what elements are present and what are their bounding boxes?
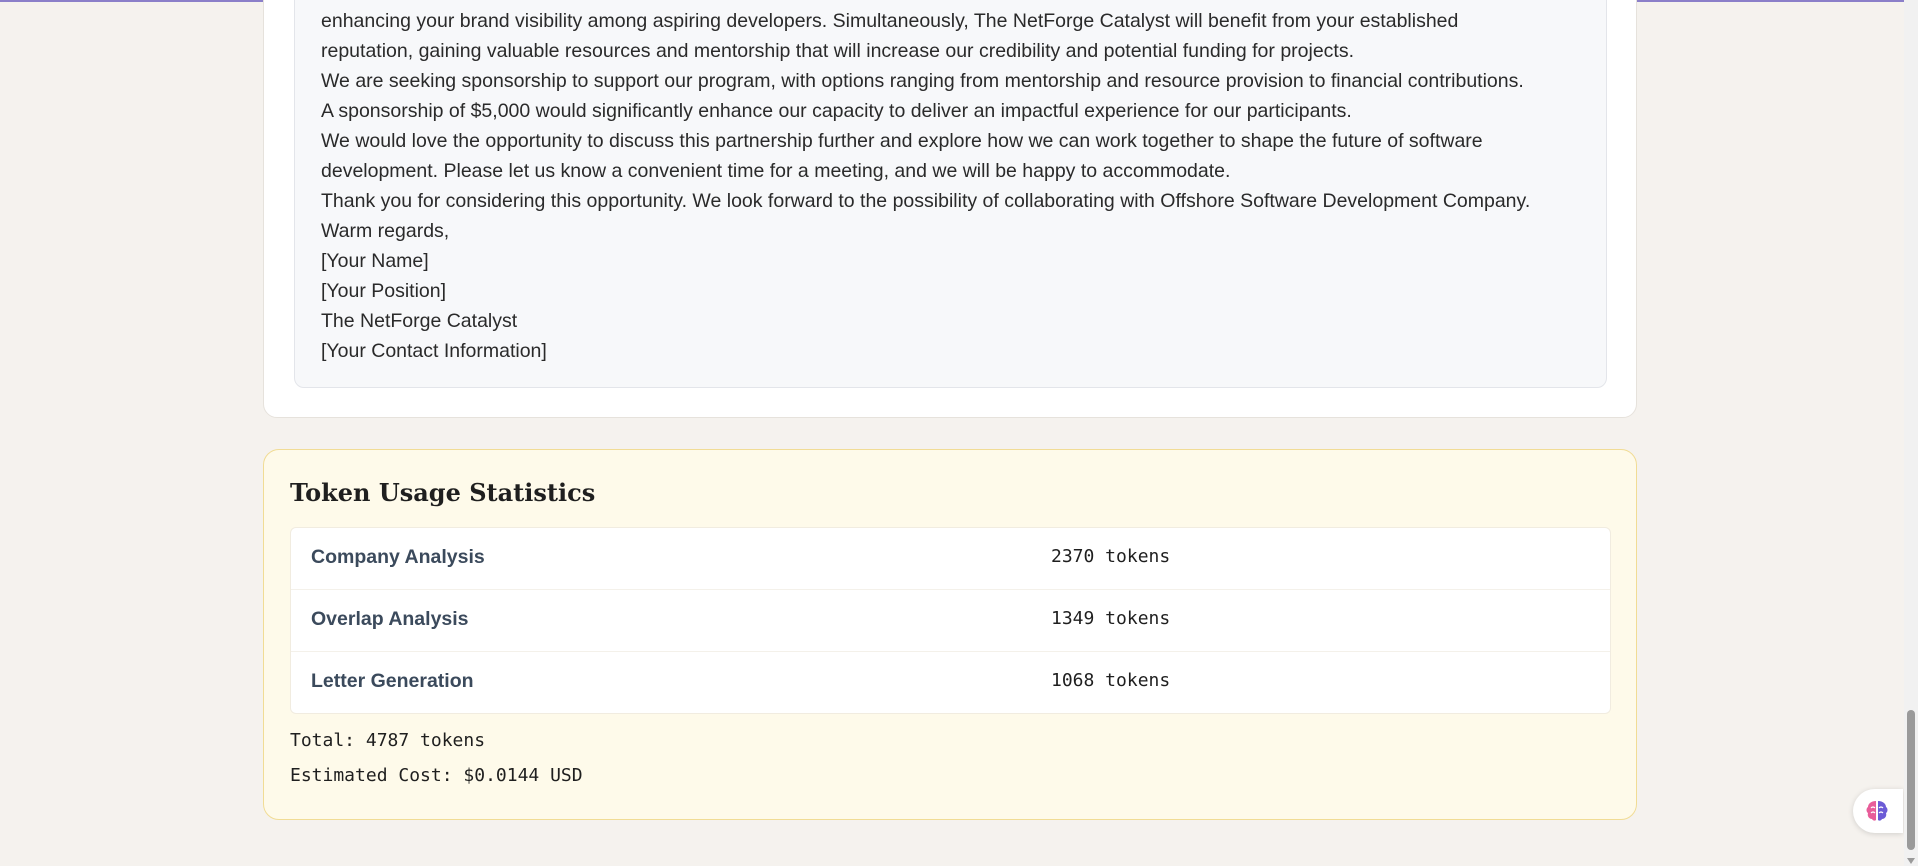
scrollbar[interactable] bbox=[1904, 0, 1918, 866]
letter-signature-position: [Your Position] bbox=[321, 280, 447, 302]
scrollbar-thumb[interactable] bbox=[1907, 710, 1915, 850]
letter-signature-org: The NetForge Catalyst bbox=[321, 310, 518, 332]
row-value: 1349 tokens bbox=[1051, 608, 1171, 629]
token-usage-table: Company Analysis 2370 tokens Overlap Ana… bbox=[290, 527, 1611, 714]
token-usage-title: Token Usage Statistics bbox=[290, 478, 596, 507]
row-label: Overlap Analysis bbox=[311, 608, 469, 630]
table-row: Company Analysis 2370 tokens bbox=[291, 528, 1610, 590]
letter-line: We would love the opportunity to discuss… bbox=[321, 130, 1483, 152]
letter-signature-contact: [Your Contact Information] bbox=[321, 340, 547, 362]
letter-signature-name: [Your Name] bbox=[321, 250, 429, 272]
letter-line: Thank you for considering this opportuni… bbox=[321, 190, 1531, 212]
estimated-cost: Estimated Cost: $0.0144 USD bbox=[290, 765, 583, 786]
letter-body: enhancing your brand visibility among as… bbox=[294, 0, 1607, 388]
row-value: 2370 tokens bbox=[1051, 546, 1171, 567]
row-label: Letter Generation bbox=[311, 670, 474, 692]
brain-icon bbox=[1866, 801, 1888, 821]
row-label: Company Analysis bbox=[311, 546, 485, 568]
scroll-down-icon[interactable] bbox=[1907, 858, 1915, 864]
letter-line: development. Please let us know a conven… bbox=[321, 160, 1231, 182]
letter-line: reputation, gaining valuable resources a… bbox=[321, 40, 1355, 62]
total-tokens: Total: 4787 tokens bbox=[290, 730, 486, 751]
table-row: Letter Generation 1068 tokens bbox=[291, 652, 1610, 713]
letter-line: A sponsorship of $5,000 would significan… bbox=[321, 100, 1352, 122]
row-value: 1068 tokens bbox=[1051, 670, 1171, 691]
letter-closing: Warm regards, bbox=[321, 220, 450, 242]
assistant-button[interactable] bbox=[1853, 789, 1903, 833]
letter-card: enhancing your brand visibility among as… bbox=[263, 0, 1637, 418]
letter-line: We are seeking sponsorship to support ou… bbox=[321, 70, 1524, 92]
table-row: Overlap Analysis 1349 tokens bbox=[291, 590, 1610, 652]
token-usage-card: Token Usage Statistics Company Analysis … bbox=[263, 449, 1637, 820]
letter-line: enhancing your brand visibility among as… bbox=[321, 10, 1459, 32]
